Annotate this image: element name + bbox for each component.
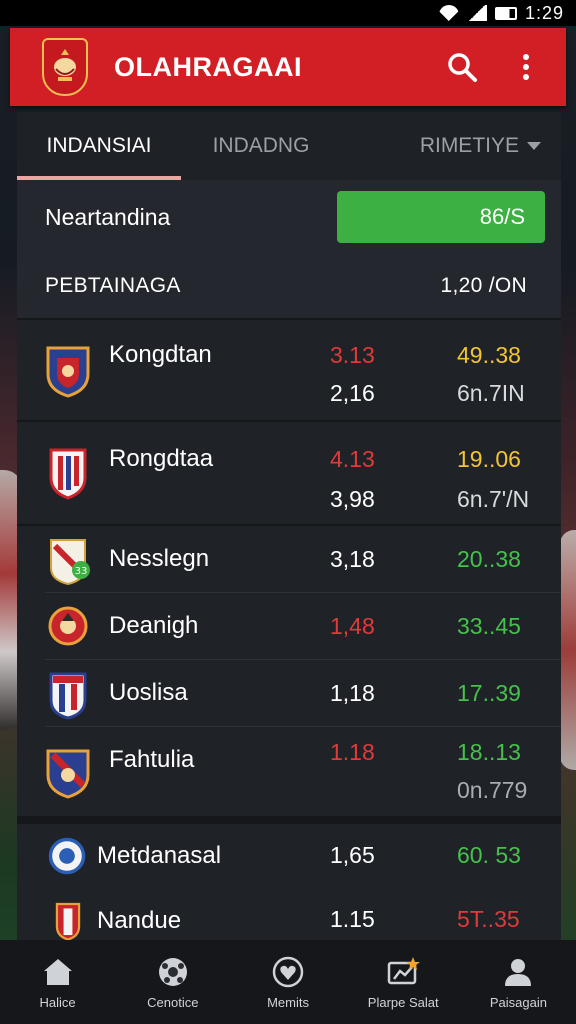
odds-value: 1,65 <box>330 842 375 868</box>
odds-value: 1,48 <box>330 613 375 639</box>
tab-rimetiye-dropdown[interactable]: RIMETIYE <box>341 112 561 180</box>
team-crest-icon <box>45 666 91 720</box>
team-crest-icon <box>45 599 91 653</box>
odds-value: 5T..35 <box>457 906 520 932</box>
nav-label: Halice <box>39 994 76 1010</box>
summary-badge[interactable]: 86/S <box>337 191 545 243</box>
match-group: Rongdtaa 4.13 19..06 3,98 6n.7'/N <box>17 420 561 524</box>
more-vertical-icon <box>523 54 529 80</box>
nav-item-matches[interactable]: Cenotice <box>115 940 230 1024</box>
team-crest-icon <box>51 894 85 940</box>
table-row[interactable]: Uoslisa 1,18 17..39 <box>17 660 561 726</box>
odds-value: 18..13 <box>457 739 521 765</box>
summary-label: Neartandina <box>45 203 171 230</box>
odds-value: 3,18 <box>330 546 375 572</box>
team-crest-icon <box>45 344 91 398</box>
svg-text:33: 33 <box>75 566 88 577</box>
odds-value: 3.13 <box>330 342 375 368</box>
tab-rimetiye-label: RIMETIYE <box>419 134 519 157</box>
team-crest-icon <box>47 829 87 883</box>
odds-value: 1.18 <box>330 739 375 765</box>
odds-value: 49..38 <box>457 342 521 368</box>
ball-icon <box>158 957 187 986</box>
chevron-down-icon <box>527 142 541 150</box>
match-group: Kongdtan 3.13 49..38 2,16 6n.7IN <box>17 318 561 420</box>
nav-label: Plarpe Salat <box>367 994 439 1010</box>
nav-label: Memits <box>267 994 309 1010</box>
table-header-left: PEBTAINAGA <box>45 274 181 297</box>
nav-item-standings[interactable]: Plarpe Salat <box>346 940 461 1024</box>
match-group: Metdanasal 1,65 60. 53 Nandue 1.15 5T..3… <box>17 816 561 940</box>
heart-icon <box>272 956 304 987</box>
app-logo <box>42 38 88 96</box>
app-bar: OLAHRAGAAI <box>10 28 566 106</box>
table-row[interactable]: Rongdtaa 4.13 19..06 3,98 6n.7'/N <box>17 422 561 524</box>
background-player-right <box>560 530 576 770</box>
odds-value: 20..38 <box>457 546 521 572</box>
active-tab-indicator <box>17 176 181 180</box>
table-row[interactable]: Fahtulia 1.18 18..13 0n.779 <box>17 727 561 817</box>
nav-label: Cenotice <box>147 994 199 1010</box>
search-button[interactable] <box>442 47 482 87</box>
nav-item-favorites[interactable]: Memits <box>230 940 345 1024</box>
table-header-right: 1,20 /ON <box>440 274 527 297</box>
search-icon <box>448 53 477 82</box>
status-bar: 1:29 <box>0 0 576 26</box>
tab-indadng[interactable]: INDADNG <box>181 112 341 180</box>
tab-indansiai[interactable]: INDANSIAI <box>17 112 181 180</box>
battery-icon <box>494 6 517 20</box>
team-crest-icon: 33 <box>45 532 91 586</box>
sub-value: 3,98 <box>330 486 375 512</box>
profile-icon <box>505 958 532 986</box>
odds-value: 17..39 <box>457 680 521 706</box>
app-title: OLAHRAGAAI <box>114 51 302 82</box>
table-header: PEBTAINAGA 1,20 /ON <box>17 254 561 318</box>
table-row[interactable]: 33 Nesslegn 3,18 20..38 <box>17 526 561 592</box>
trophy-icon <box>387 956 421 984</box>
table-row[interactable]: Kongdtan 3.13 49..38 2,16 6n.7IN <box>17 320 561 422</box>
sub-value: 6n.7'/N <box>457 486 530 512</box>
sub-value: 6n.7IN <box>457 380 525 406</box>
standings-panel: INDANSIAI INDADNG RIMETIYE Neartandina 8… <box>17 112 561 940</box>
more-options-button[interactable] <box>506 47 546 87</box>
team-crest-icon <box>45 745 91 799</box>
tab-bar: INDANSIAI INDADNG RIMETIYE <box>17 112 561 180</box>
odds-value: 1.15 <box>330 906 375 932</box>
bottom-nav: Halice Cenotice Memits Plarpe Salat Pais… <box>0 940 576 1024</box>
signal-icon <box>466 5 487 21</box>
home-icon <box>43 958 72 985</box>
nav-item-home[interactable]: Halice <box>0 940 115 1024</box>
table-row[interactable]: Deanigh 1,48 33..45 <box>17 593 561 659</box>
sub-value: 2,16 <box>330 380 375 406</box>
odds-value: 19..06 <box>457 446 521 472</box>
odds-value: 60. 53 <box>457 842 521 868</box>
summary-row: Neartandina 86/S <box>17 180 561 254</box>
odds-value: 33..45 <box>457 613 521 639</box>
odds-value: 4.13 <box>330 446 375 472</box>
match-group: 33 Nesslegn 3,18 20..38 Deanigh 1,48 33.… <box>17 524 561 816</box>
nav-item-profile[interactable]: Paisagain <box>461 940 576 1024</box>
sub-value: 0n.779 <box>457 777 528 803</box>
team-crest-icon <box>45 446 91 500</box>
table-row[interactable]: Metdanasal 1,65 60. 53 <box>17 824 561 888</box>
nav-label: Paisagain <box>489 994 547 1010</box>
status-time: 1:29 <box>524 2 564 23</box>
odds-value: 1,18 <box>330 680 375 706</box>
wifi-icon <box>438 5 459 21</box>
table-row[interactable]: Nandue 1.15 5T..35 <box>17 888 561 940</box>
